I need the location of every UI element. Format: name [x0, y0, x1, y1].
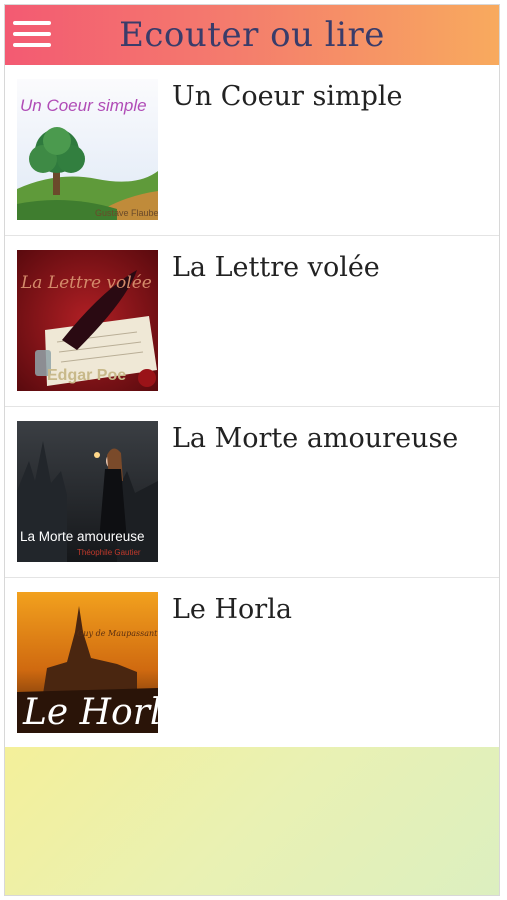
- book-list-item[interactable]: La Lettre volée Edgar Poe La Lettre volé…: [5, 236, 499, 407]
- book-list: Un Coeur simple Gustave Flaubert Un Coeu…: [5, 65, 499, 749]
- cover-title-text: Un Coeur simple: [20, 96, 147, 115]
- book-list-item[interactable]: Guy de Maupassant Le Horla Le Horla: [5, 578, 499, 749]
- cover-author-text: Edgar Poe: [47, 367, 126, 384]
- book-list-item[interactable]: La Morte amoureuse Théophile Gautier La …: [5, 407, 499, 578]
- cover-le-horla: Guy de Maupassant Le Horla: [17, 592, 158, 733]
- book-title: Un Coeur simple: [172, 81, 403, 112]
- empty-footer-area: [5, 747, 499, 895]
- page-title: Ecouter ou lire: [119, 15, 385, 55]
- cover-title-text: Le Horla: [22, 692, 158, 733]
- book-cover-image: Guy de Maupassant Le Horla: [17, 592, 158, 733]
- top-app-bar: Ecouter ou lire: [5, 5, 499, 65]
- app-frame: Ecouter ou lire Un Coeur simple Gustave …: [4, 4, 500, 896]
- book-cover-image: La Lettre volée Edgar Poe: [17, 250, 158, 391]
- cover-un-coeur-simple: Un Coeur simple Gustave Flaubert: [17, 79, 158, 220]
- cover-title-text: La Morte amoureuse: [20, 529, 145, 544]
- book-cover-image: La Morte amoureuse Théophile Gautier: [17, 421, 158, 562]
- cover-la-lettre-volee: La Lettre volée Edgar Poe: [17, 250, 158, 391]
- cover-author-text: Guy de Maupassant: [77, 629, 158, 638]
- book-title: La Lettre volée: [172, 252, 380, 283]
- book-title: Le Horla: [172, 594, 292, 625]
- cover-la-morte-amoureuse: La Morte amoureuse Théophile Gautier: [17, 421, 158, 562]
- book-title: La Morte amoureuse: [172, 423, 459, 454]
- book-cover-image: Un Coeur simple Gustave Flaubert: [17, 79, 158, 220]
- cover-author-text: Gustave Flaubert: [95, 208, 158, 218]
- cover-title-text: La Lettre volée: [20, 273, 152, 293]
- cover-author-text: Théophile Gautier: [77, 548, 141, 557]
- book-list-item[interactable]: Un Coeur simple Gustave Flaubert Un Coeu…: [5, 65, 499, 236]
